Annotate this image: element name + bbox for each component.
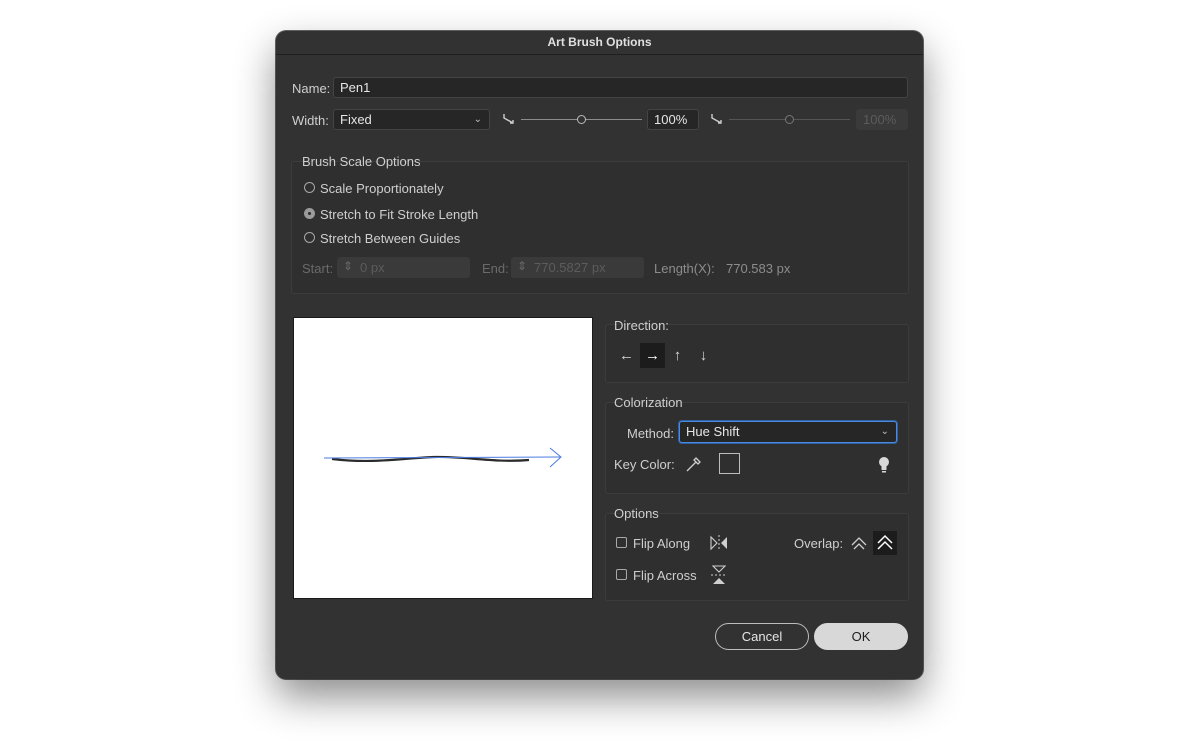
- stretch-between-guides-label[interactable]: Stretch Between Guides: [320, 231, 460, 246]
- width-label: Width:: [292, 113, 329, 128]
- colorization-group: [605, 402, 909, 494]
- method-value: Hue Shift: [686, 424, 740, 439]
- flip-along-checkbox[interactable]: [616, 537, 627, 548]
- overlap-none-icon[interactable]: [873, 531, 897, 555]
- colorization-legend: Colorization: [614, 395, 683, 410]
- lightbulb-icon[interactable]: [878, 456, 890, 477]
- method-select[interactable]: Hue Shift ⌄: [679, 421, 897, 443]
- name-input[interactable]: Pen1: [333, 77, 908, 98]
- brush-stroke-preview: [323, 447, 562, 468]
- name-label: Name:: [292, 81, 331, 96]
- brush-scale-legend: Brush Scale Options: [302, 154, 421, 169]
- start-value: 0 px: [360, 260, 385, 275]
- ok-button[interactable]: OK: [814, 623, 908, 650]
- direction-left-button[interactable]: ←: [614, 343, 639, 368]
- taper-icon: [710, 112, 726, 129]
- chevron-down-icon: ⌄: [473, 114, 482, 125]
- end-value: 770.5827 px: [534, 260, 606, 275]
- options-legend: Options: [614, 506, 659, 521]
- length-label: Length(X):: [654, 261, 715, 276]
- radio-stretch-between-guides[interactable]: [304, 232, 315, 243]
- scale-proportionately-label[interactable]: Scale Proportionately: [320, 181, 444, 196]
- width-value-input[interactable]: 100%: [647, 109, 699, 130]
- taper-icon: [502, 112, 518, 129]
- stretch-to-fit-label[interactable]: Stretch to Fit Stroke Length: [320, 207, 478, 222]
- key-color-swatch[interactable]: [719, 453, 740, 474]
- flip-across-label[interactable]: Flip Across: [633, 568, 697, 583]
- chevron-down-icon: ⌄: [880, 426, 889, 437]
- flip-across-checkbox[interactable]: [616, 569, 627, 580]
- direction-down-button[interactable]: ↓: [691, 343, 716, 368]
- direction-right-button[interactable]: →: [640, 343, 665, 368]
- direction-label: Direction:: [614, 318, 669, 333]
- start-label: Start:: [302, 261, 334, 276]
- overlap-adjust-icon[interactable]: [849, 533, 869, 553]
- end-input: 770.5827 px: [511, 257, 644, 278]
- end-label: End:: [482, 261, 509, 276]
- flip-across-icon: [710, 564, 728, 589]
- stepper-icon: ⇕: [343, 259, 354, 273]
- dialog-title: Art Brush Options: [276, 31, 923, 55]
- stepper-icon: ⇕: [517, 259, 528, 273]
- art-brush-options-dialog: Art Brush Options Name: Pen1 Width: Fixe…: [276, 31, 923, 679]
- width-variation-slider-knob: [785, 115, 794, 124]
- flip-along-icon: [709, 534, 729, 555]
- method-label: Method:: [627, 426, 674, 441]
- flip-along-label[interactable]: Flip Along: [633, 536, 690, 551]
- width-mode-select[interactable]: Fixed ⌄: [333, 109, 490, 130]
- key-color-label: Key Color:: [614, 457, 675, 472]
- options-group: [605, 513, 909, 601]
- brush-preview: [293, 317, 593, 599]
- width-slider-knob[interactable]: [577, 115, 586, 124]
- overlap-label: Overlap:: [794, 536, 844, 551]
- radio-stretch-to-fit[interactable]: [304, 208, 315, 219]
- start-input: 0 px: [337, 257, 470, 278]
- eyedropper-icon[interactable]: [685, 455, 703, 476]
- radio-scale-proportionately[interactable]: [304, 182, 315, 193]
- direction-up-button[interactable]: ↑: [665, 343, 690, 368]
- width-mode-value: Fixed: [340, 112, 372, 127]
- width-variation-input: 100%: [856, 109, 908, 130]
- cancel-button[interactable]: Cancel: [715, 623, 809, 650]
- length-value: 770.583 px: [726, 261, 791, 276]
